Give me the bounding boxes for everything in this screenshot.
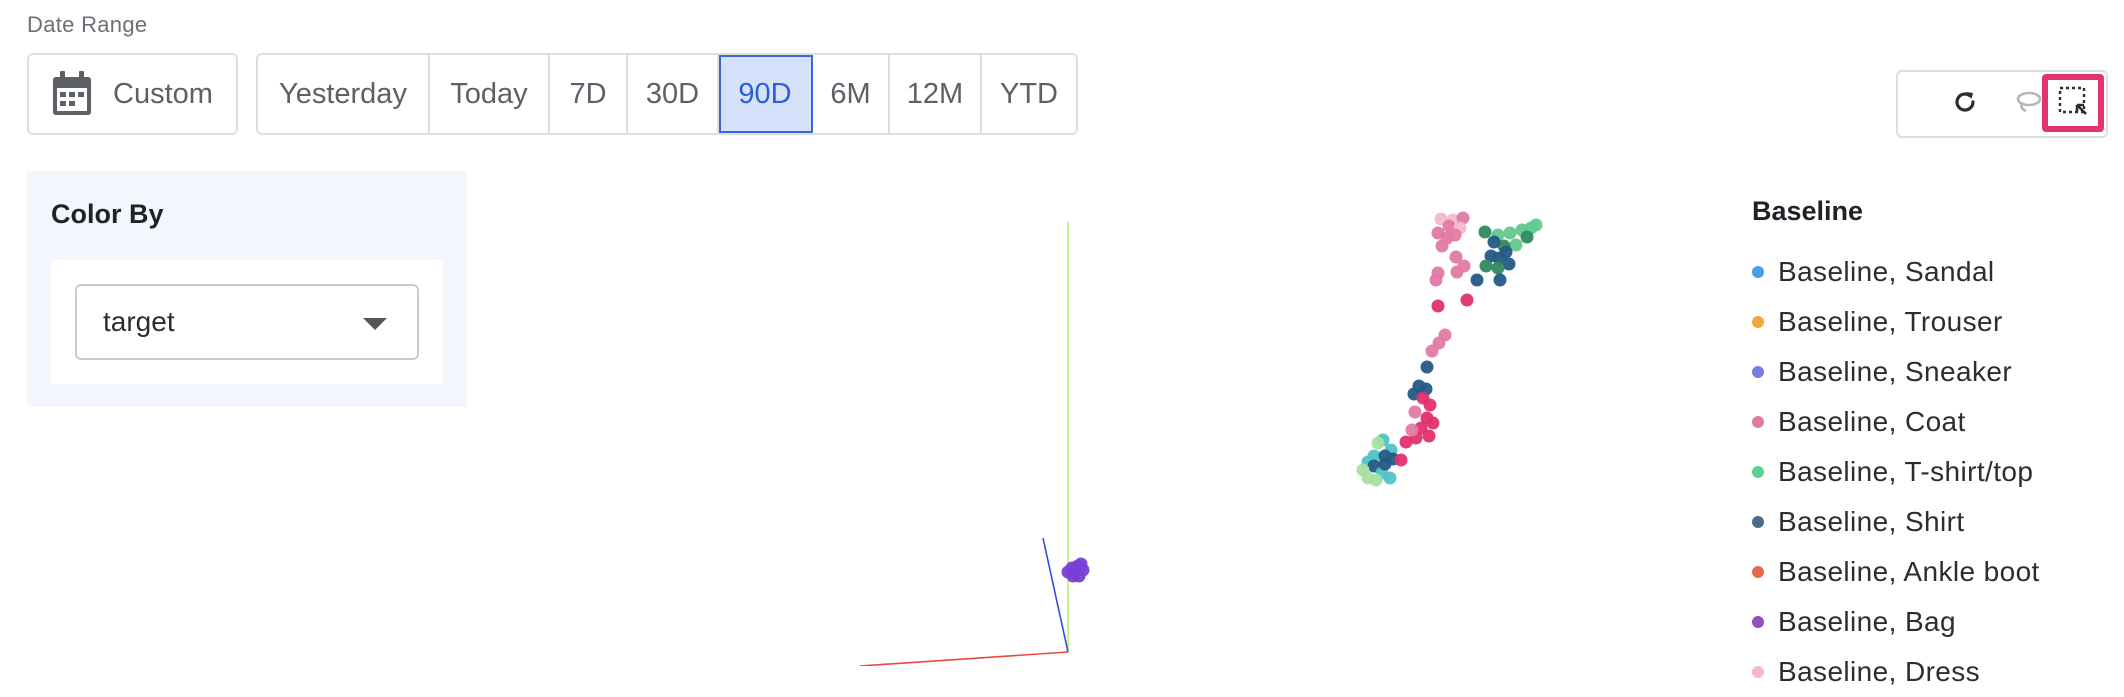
embedding-point (1378, 457, 1392, 471)
color-by-select[interactable]: target (75, 284, 419, 360)
embedding-point (1356, 463, 1370, 477)
legend-dot (1752, 516, 1764, 528)
legend-dot (1752, 616, 1764, 628)
date-range-label: Date Range (27, 12, 148, 37)
embedding-point (1491, 261, 1505, 275)
embedding-point (1487, 235, 1501, 249)
range-30d-button[interactable]: 30D (628, 55, 719, 133)
color-by-title: Color By (51, 199, 164, 229)
range-12m-button[interactable]: 12M (890, 55, 982, 133)
embedding-point (1074, 557, 1088, 571)
x-axis-line (859, 651, 1069, 666)
range-90d-button[interactable]: 90D (719, 55, 813, 133)
legend-dot (1752, 266, 1764, 278)
embedding-point (1371, 436, 1385, 450)
embedding-point (1479, 259, 1493, 273)
z-axis-line (1042, 537, 1069, 653)
legend-label: Baseline, Sneaker (1778, 356, 2013, 387)
embedding-point (1408, 405, 1422, 419)
legend-dot (1752, 466, 1764, 478)
box-select-icon (2057, 85, 2089, 122)
embedding-point (1529, 218, 1543, 232)
legend-label: Baseline, Dress (1778, 656, 1981, 687)
embedding-point (1420, 360, 1434, 374)
range-today-button[interactable]: Today (430, 55, 550, 133)
legend-item[interactable]: Baseline, Sandal (1752, 247, 2112, 297)
embedding-point (1423, 398, 1437, 412)
legend-title: Baseline (1752, 196, 1864, 226)
legend-label: Baseline, Shirt (1778, 506, 1965, 537)
embedding-point (1520, 230, 1534, 244)
color-by-value: target (103, 306, 175, 337)
legend-item[interactable]: Baseline, Sneaker (1752, 347, 2112, 397)
embedding-point (1399, 435, 1413, 449)
legend-item[interactable]: Baseline, Coat (1752, 397, 2112, 447)
embedding-point (1449, 250, 1463, 264)
embedding-point (1422, 429, 1436, 443)
color-by-card: target (51, 260, 443, 384)
embedding-point (1425, 344, 1439, 358)
embedding-point (1383, 471, 1397, 485)
embedding-point (1493, 273, 1507, 287)
legend-dot (1752, 366, 1764, 378)
embedding-point (1435, 239, 1449, 253)
chevron-down-icon (363, 318, 387, 330)
legend: Baseline Baseline, Sandal Baseline, Trous… (1752, 196, 2112, 697)
legend-dot (1752, 666, 1764, 678)
plot-toolbar (1896, 70, 2108, 138)
legend-item[interactable]: Baseline, Bag (1752, 597, 2112, 647)
range-ytd-button[interactable]: YTD (982, 55, 1076, 133)
legend-dot (1752, 416, 1764, 428)
legend-label: Baseline, Bag (1778, 606, 1956, 637)
legend-dot (1752, 316, 1764, 328)
lasso-icon (2014, 89, 2044, 120)
custom-date-button[interactable]: Custom (27, 53, 238, 135)
range-6m-button[interactable]: 6M (813, 55, 890, 133)
refresh-button[interactable] (1934, 72, 1996, 136)
range-7d-button[interactable]: 7D (550, 55, 628, 133)
legend-label: Baseline, Sandal (1778, 256, 1995, 287)
embedding-point (1369, 473, 1383, 487)
legend-item[interactable]: Baseline, T-shirt/top (1752, 447, 2112, 497)
legend-label: Baseline, T-shirt/top (1778, 456, 2034, 487)
embedding-point (1426, 416, 1440, 430)
embedding-3d-plot[interactable] (470, 160, 1710, 666)
range-yesterday-button[interactable]: Yesterday (258, 55, 430, 133)
legend-label: Baseline, Trouser (1778, 306, 2003, 337)
color-by-panel: Color By target (27, 171, 467, 407)
embedding-point (1394, 453, 1408, 467)
embedding-point (1503, 226, 1517, 240)
refresh-icon (1951, 88, 1979, 121)
legend-item[interactable]: Baseline, Trouser (1752, 297, 2112, 347)
custom-date-label: Custom (113, 77, 213, 110)
calendar-icon (51, 71, 93, 117)
embedding-point (1478, 225, 1492, 239)
embedding-point (1470, 273, 1484, 287)
date-range-segmented-control: Yesterday Today 7D 30D 90D 6M 12M YTD (256, 53, 1078, 135)
embedding-point (1429, 273, 1443, 287)
legend-item[interactable]: Baseline, Dress (1752, 647, 2112, 697)
embedding-point (1448, 228, 1462, 242)
legend-item[interactable]: Baseline, Shirt (1752, 497, 2112, 547)
legend-label: Baseline, Coat (1778, 406, 1966, 437)
embedding-point (1405, 423, 1419, 437)
legend-label: Baseline, Ankle boot (1778, 556, 2040, 587)
legend-dot (1752, 566, 1764, 578)
embedding-point (1431, 299, 1445, 313)
box-select-button[interactable] (2042, 74, 2104, 132)
legend-item[interactable]: Baseline, Ankle boot (1752, 547, 2112, 597)
embedding-point (1460, 293, 1474, 307)
